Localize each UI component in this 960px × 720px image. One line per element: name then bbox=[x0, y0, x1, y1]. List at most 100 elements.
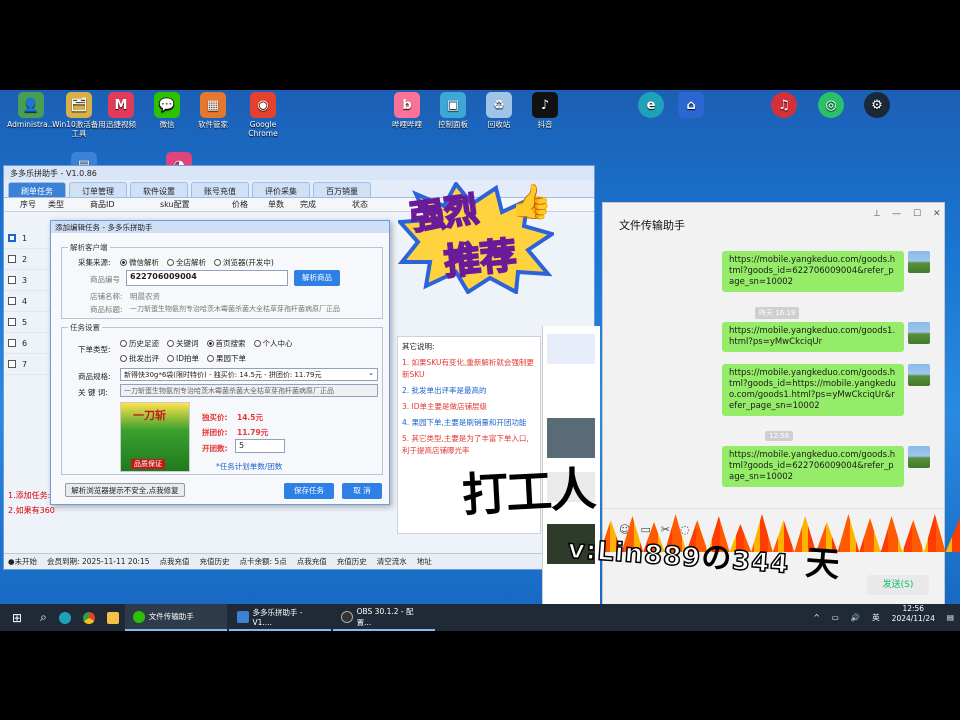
save-task-button[interactable]: 保存任务 bbox=[284, 483, 334, 499]
chat-message[interactable]: https://mobile.yangkeduo.com/goods1.html… bbox=[722, 322, 904, 352]
avatar[interactable] bbox=[908, 322, 930, 344]
status-item[interactable]: 充值历史 bbox=[200, 556, 230, 567]
music-icon: ♫ bbox=[771, 92, 797, 118]
table-row[interactable]: 7 bbox=[4, 354, 50, 375]
taskbar-app-obs[interactable]: OBS 30.1.2 - 配置... bbox=[332, 604, 435, 631]
status-item[interactable]: 清空流水 bbox=[377, 556, 407, 567]
taskbar-app-duoduo[interactable]: 多多乐拼助手 - V1.... bbox=[228, 604, 331, 631]
tab-5[interactable]: 百万销量 bbox=[313, 182, 371, 197]
cancel-button[interactable]: 取 消 bbox=[342, 483, 382, 499]
row-checkbox[interactable] bbox=[8, 297, 16, 305]
fix-browser-button[interactable]: 解析浏览器提示不安全,点我修复 bbox=[65, 483, 185, 497]
table-row[interactable]: 1 bbox=[4, 228, 50, 249]
ime-indicator[interactable]: 英 bbox=[866, 604, 886, 631]
send-button[interactable]: 发送(S) bbox=[867, 575, 929, 595]
row-number: 5 bbox=[22, 317, 28, 327]
radio-option[interactable]: 首页搜索 bbox=[206, 339, 246, 348]
chat-message[interactable]: https://mobile.yangkeduo.com/goods.html?… bbox=[722, 251, 904, 292]
radio-option[interactable]: 历史足迹 bbox=[120, 339, 159, 348]
chat-message[interactable]: https://mobile.yangkeduo.com/goods.html?… bbox=[722, 446, 904, 487]
tray-chevron-icon[interactable]: ^ bbox=[807, 604, 825, 631]
parse-group: 解析客户端 采集来源: 微信解析 全店解析 浏览器(开发中) 商品编号 622706… bbox=[61, 242, 383, 319]
close-icon[interactable]: ✕ bbox=[933, 209, 941, 219]
radio-option[interactable]: 浏览器(开发中) bbox=[214, 258, 274, 267]
radio-button[interactable] bbox=[207, 355, 214, 362]
desktop-icon[interactable]: ◉ Google Chrome bbox=[234, 92, 292, 138]
tab-1[interactable]: 订单管理 bbox=[69, 182, 127, 197]
row-checkbox[interactable] bbox=[8, 360, 16, 368]
maximize-icon[interactable]: ☐ bbox=[913, 209, 921, 219]
radio-option[interactable]: 关键词 bbox=[167, 339, 199, 348]
network-icon[interactable]: ▭ bbox=[826, 604, 845, 631]
tab-3[interactable]: 账号充值 bbox=[191, 182, 249, 197]
spec-label: 商品规格: bbox=[78, 372, 111, 381]
radio-button[interactable] bbox=[167, 355, 174, 362]
radio-button[interactable] bbox=[120, 355, 127, 362]
radio-button[interactable] bbox=[206, 340, 214, 347]
avatar[interactable] bbox=[908, 364, 930, 386]
explorer-icon[interactable] bbox=[101, 604, 125, 631]
chat-timestamp: 昨天 16:19 bbox=[755, 307, 800, 319]
avatar[interactable] bbox=[908, 446, 930, 468]
notification-icon[interactable]: ▤ bbox=[941, 604, 960, 631]
title-label: 商品标题: bbox=[90, 305, 123, 314]
radio-option[interactable]: 批发出评 bbox=[120, 354, 159, 363]
taskbar-app-wechat[interactable]: 文件传输助手 bbox=[124, 604, 227, 631]
row-checkbox[interactable] bbox=[8, 276, 16, 284]
row-checkbox[interactable] bbox=[8, 318, 16, 326]
avatar[interactable] bbox=[908, 251, 930, 273]
start-button[interactable]: ⊞ bbox=[0, 604, 34, 631]
radio-option[interactable]: 果园下单 bbox=[207, 354, 246, 363]
edge-icon[interactable] bbox=[53, 604, 77, 631]
column-header: 状态 bbox=[352, 200, 368, 209]
row-number: 6 bbox=[22, 338, 28, 348]
table-row[interactable]: 5 bbox=[4, 312, 50, 333]
radio-button[interactable] bbox=[214, 259, 221, 266]
group-count-input[interactable]: 5 bbox=[235, 439, 285, 453]
spec-select[interactable]: 新得快30g*6袋(限时特价) - 独买价: 14.5元 - 拼团价: 11.7… bbox=[120, 368, 378, 381]
tab-2[interactable]: 软件设置 bbox=[130, 182, 188, 197]
pin-icon[interactable]: ⊥ bbox=[873, 209, 881, 219]
clock[interactable]: 12:56 2024/11/24 bbox=[886, 604, 941, 631]
parse-product-button[interactable]: 解析商品 bbox=[294, 270, 340, 286]
table-row[interactable]: 6 bbox=[4, 333, 50, 354]
radio-label: ID拍单 bbox=[176, 354, 199, 363]
status-item[interactable]: 充值历史 bbox=[337, 556, 367, 567]
table-row[interactable]: 4 bbox=[4, 291, 50, 312]
search-icon[interactable]: ⌕ bbox=[34, 604, 53, 631]
radio-label: 批发出评 bbox=[129, 354, 159, 363]
tab-0[interactable]: 刷单任务 bbox=[8, 182, 66, 197]
radio-option[interactable]: 微信解析 bbox=[120, 258, 159, 267]
clock-time: 12:56 bbox=[902, 604, 925, 613]
row-checkbox[interactable] bbox=[8, 339, 16, 347]
status-item[interactable]: 点我充值 bbox=[160, 556, 190, 567]
radio-button[interactable] bbox=[253, 340, 261, 347]
radio-button[interactable] bbox=[120, 340, 127, 347]
radio-option[interactable]: ID拍单 bbox=[167, 354, 199, 363]
volume-icon[interactable]: 🔊 bbox=[845, 604, 866, 631]
minimize-icon[interactable]: — bbox=[892, 209, 901, 219]
radio-option[interactable]: 个人中心 bbox=[253, 339, 293, 348]
status-item[interactable]: 点我充值 bbox=[297, 556, 327, 567]
app-desktop-icon[interactable]: ⌂ bbox=[662, 92, 720, 120]
chrome-icon[interactable] bbox=[77, 604, 101, 631]
table-row[interactable]: 2 bbox=[4, 249, 50, 270]
row-checkbox[interactable] bbox=[8, 255, 16, 263]
radio-label: 首页搜索 bbox=[215, 339, 246, 348]
keyword-input[interactable]: 一刀斩蛋生物氨剂专治哈茨木霉菌杀菌大全枯草芽孢杆菌病原厂正品 bbox=[120, 384, 378, 397]
radio-button[interactable] bbox=[167, 259, 174, 266]
shop-name: 明晨农资 bbox=[130, 292, 160, 301]
chat-message[interactable]: https://mobile.yangkeduo.com/goods.html?… bbox=[722, 364, 904, 416]
radio-button[interactable] bbox=[120, 259, 127, 266]
group-price-label: 拼团价: bbox=[202, 428, 228, 437]
order-type-options: 批发出评 ID拍单 果园下单 bbox=[120, 353, 254, 364]
table-row[interactable]: 3 bbox=[4, 270, 50, 291]
radio-button[interactable] bbox=[167, 340, 174, 347]
row-checkbox[interactable] bbox=[8, 234, 16, 242]
tab-4[interactable]: 评价采集 bbox=[252, 182, 310, 197]
row-number: 3 bbox=[22, 275, 28, 285]
product-id-input[interactable]: 622706009004 bbox=[126, 270, 288, 286]
radio-option[interactable]: 全店解析 bbox=[167, 258, 206, 267]
desktop-icon[interactable]: ♪ 抖音 bbox=[516, 92, 574, 129]
steam-desktop-icon[interactable]: ⚙ bbox=[848, 92, 906, 120]
